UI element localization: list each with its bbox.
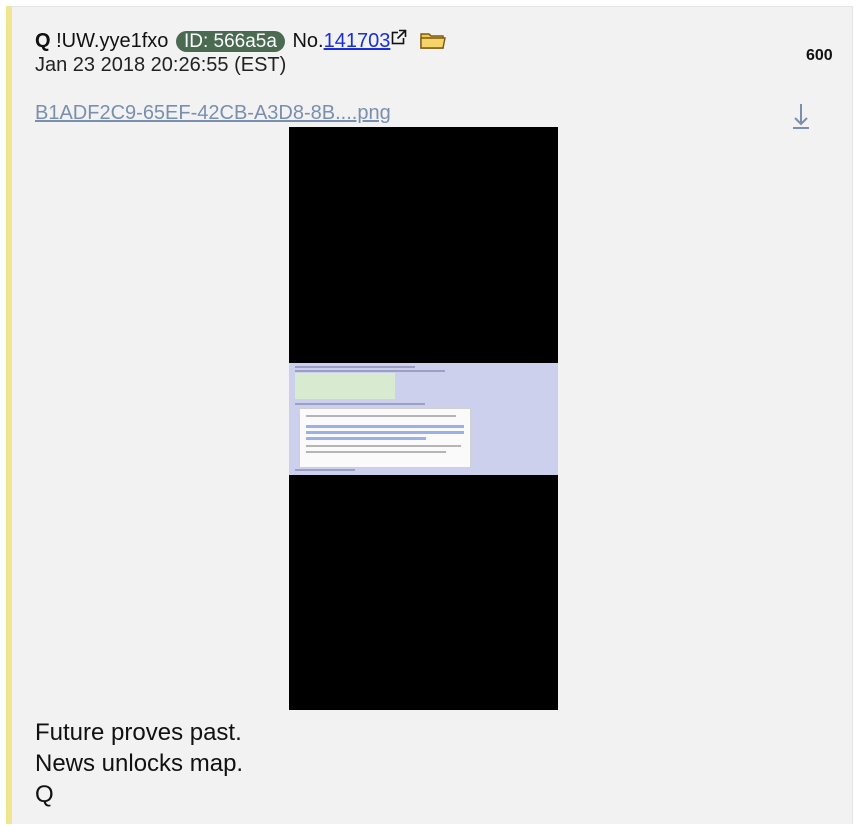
folder-icon[interactable]: [419, 30, 447, 50]
reply-count: 600: [806, 47, 833, 64]
post-number-prefix: No.: [292, 30, 324, 52]
post-tripcode: !UW.yye1fxo: [56, 30, 169, 52]
message-line: News unlocks map.: [35, 750, 244, 777]
post-author: Q: [35, 30, 51, 52]
download-icon[interactable]: [790, 102, 812, 130]
message-signature: Q: [35, 781, 54, 808]
external-link-icon[interactable]: [391, 29, 408, 45]
message-line: Future proves past.: [35, 719, 242, 746]
embedded-screenshot: [289, 363, 558, 475]
post-container: Q !UW.yye1fxo ID: 566a5a No.141703 Jan 2…: [6, 6, 853, 824]
attachment-image[interactable]: [289, 127, 558, 710]
poster-id-badge[interactable]: ID: 566a5a: [175, 31, 285, 52]
post-header: Q !UW.yye1fxo ID: 566a5a No.141703: [35, 29, 447, 52]
post-number-link[interactable]: 141703: [324, 30, 391, 52]
post-date: Jan 23 2018 20:26:55 (EST): [35, 54, 287, 76]
post-message: Future proves past. News unlocks map. Q: [35, 717, 243, 810]
attachment-filename-link[interactable]: B1ADF2C9-65EF-42CB-A3D8-8B....png: [35, 102, 391, 125]
